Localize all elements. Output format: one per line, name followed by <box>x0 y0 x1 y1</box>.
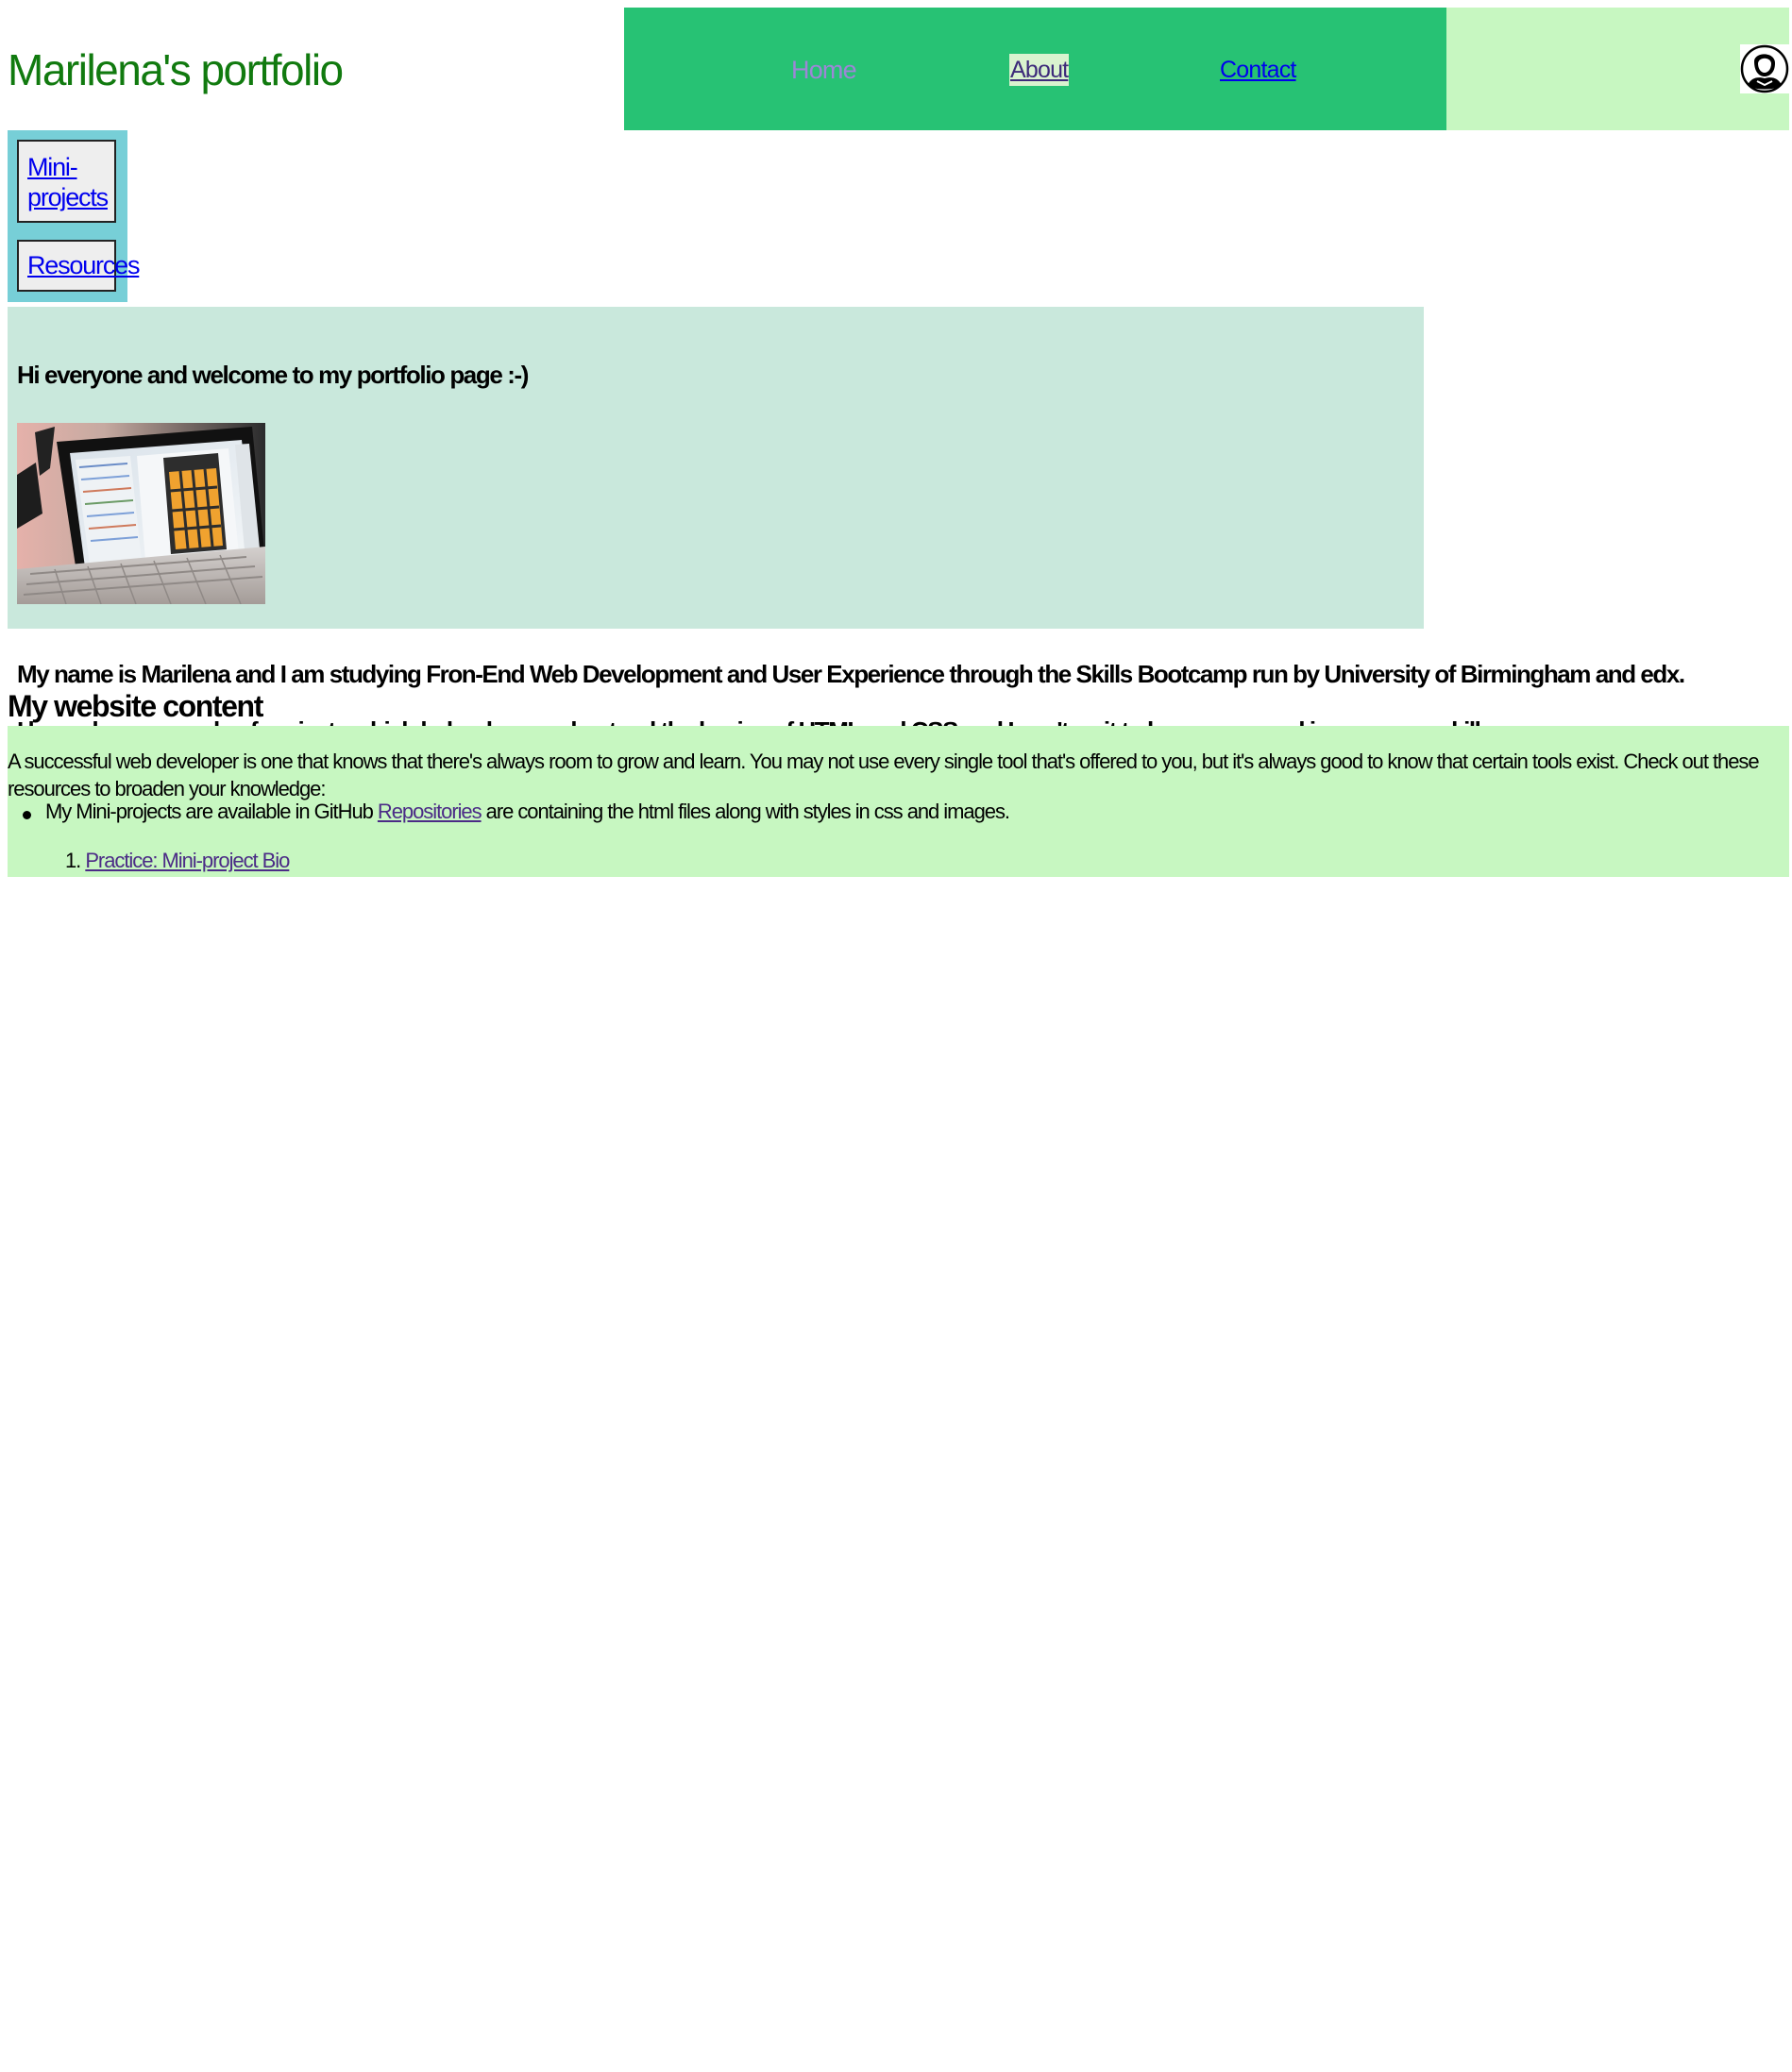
sidebar-link-mini-projects[interactable]: Mini-projects <box>27 152 109 212</box>
resources-description: A successful web developer is one that k… <box>8 750 1760 800</box>
resources-section: A successful web developer is one that k… <box>8 726 1789 877</box>
sidebar-link-resources[interactable]: Resources <box>27 250 140 280</box>
site-title: Marilena's portfolio <box>8 45 344 94</box>
nav-contact-link[interactable]: Contact <box>1220 54 1296 86</box>
numbered-list-marker: 1. <box>65 849 81 872</box>
header-avatar-area <box>1446 8 1789 130</box>
user-avatar-icon[interactable] <box>1740 44 1789 93</box>
sidebar: Mini-projects Resources <box>8 130 140 302</box>
nav-about-link[interactable]: About <box>1009 54 1070 86</box>
mini-projects-list-item: My Mini-projects are available in GitHub… <box>45 798 1010 826</box>
welcome-heading: Hi everyone and welcome to my portfolio … <box>17 360 529 389</box>
bullet-marker <box>23 811 31 819</box>
nav-home-link[interactable]: Home <box>791 54 857 86</box>
mini-projects-text-after: are containing the html files along with… <box>481 800 1010 823</box>
intro-paragraph-1: My name is Marilena and I am studying Fr… <box>17 660 1685 688</box>
numbered-list-item: 1. Practice: Mini-project Bio <box>65 847 290 875</box>
welcome-section: Hi everyone and welcome to my portfolio … <box>8 307 1424 629</box>
laptop-calculator-image <box>17 423 265 604</box>
sidebar-item-resources[interactable]: Resources <box>17 240 140 292</box>
main-navigation: Home About Contact <box>624 8 1446 130</box>
repositories-link[interactable]: Repositories <box>378 800 482 823</box>
mini-projects-text-before: My Mini-projects are available in GitHub <box>45 800 378 823</box>
sidebar-item-mini-projects[interactable]: Mini-projects <box>17 140 116 223</box>
mini-project-bio-link[interactable]: Practice: Mini-project Bio <box>85 849 290 872</box>
